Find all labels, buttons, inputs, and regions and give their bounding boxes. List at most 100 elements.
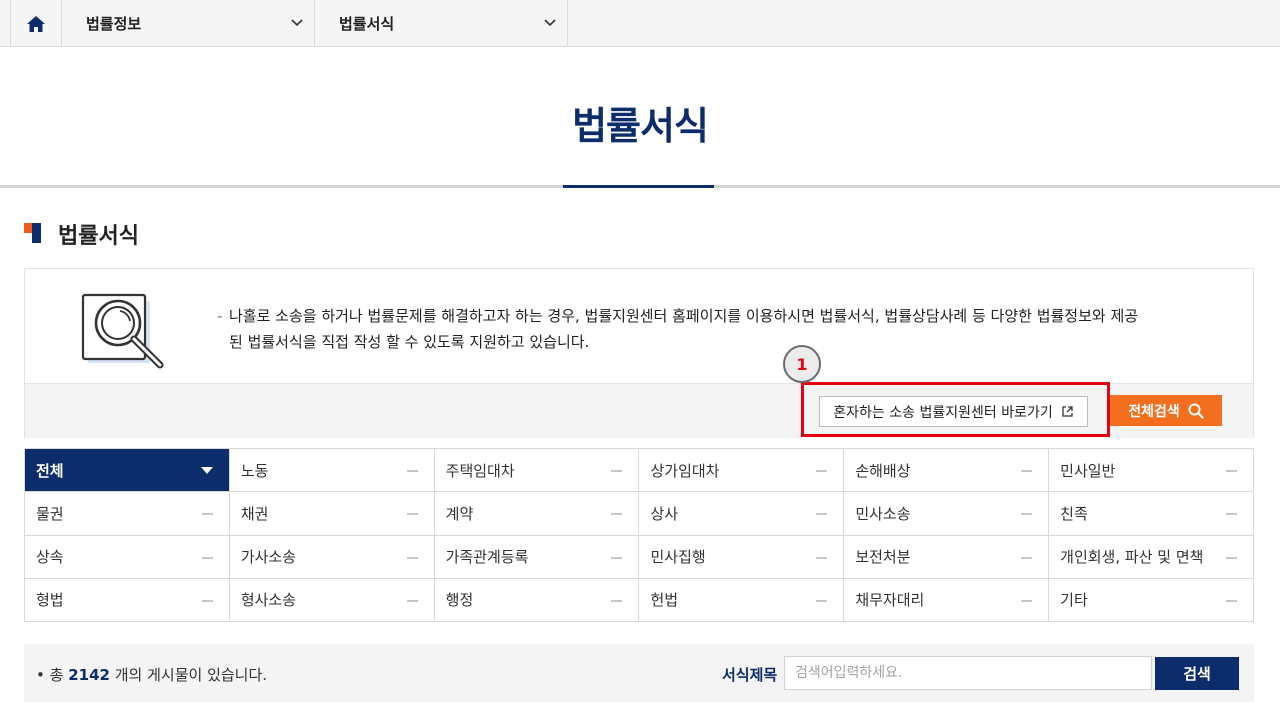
home-icon (27, 15, 45, 32)
chevron-down-icon (291, 19, 303, 27)
category-item[interactable]: 채무자대리 (844, 578, 1050, 622)
dash-icon (611, 599, 623, 602)
category-item[interactable]: 친족 (1049, 492, 1254, 536)
dash-icon (201, 513, 213, 516)
category-label: 채권 (240, 504, 269, 523)
search-field-label: 서식제목 (722, 666, 778, 684)
section-title: 법률서식 (58, 224, 139, 249)
dash-icon (406, 513, 418, 516)
post-count: 2142 (68, 666, 110, 684)
category-item[interactable]: 계약 (434, 492, 640, 536)
category-item[interactable]: 형법 (25, 578, 230, 622)
category-label: 상속 (36, 548, 64, 567)
annotation-highlight-frame (801, 382, 1110, 437)
dash-icon (816, 556, 828, 559)
search-input[interactable] (784, 656, 1152, 690)
category-item[interactable]: 형사소송 (229, 578, 435, 622)
category-item[interactable]: 민사소송 (844, 492, 1050, 536)
category-label: 손해배상 (855, 461, 911, 480)
dash-icon (201, 556, 213, 559)
bullet: • (36, 666, 50, 684)
home-button[interactable] (10, 0, 62, 47)
search-icon (1188, 403, 1204, 419)
caret-down-icon (200, 467, 213, 474)
category-item[interactable]: 상속 (25, 535, 230, 579)
category-label: 형사소송 (240, 591, 297, 610)
category-label: 가족관계등록 (445, 548, 529, 567)
category-item[interactable]: 가사소송 (229, 535, 435, 579)
category-item[interactable]: 헌법 (639, 578, 845, 622)
category-grid: 전체 노동 주택임대차 상가임대차 손해배상 민사일반물권 채권 계약 상사 민사소송 친족상속 가사… (24, 448, 1254, 622)
category-item[interactable]: 상가임대차 (639, 449, 845, 493)
category-item[interactable]: 전체 (25, 449, 230, 493)
dash-icon (1021, 556, 1033, 559)
dash-icon (406, 556, 418, 559)
category-label: 전체 (36, 461, 64, 480)
category-label: 보전처분 (855, 548, 911, 567)
dash-icon (1225, 470, 1237, 473)
nav-dropdown-legal-info[interactable]: 법률정보 (62, 0, 315, 47)
category-item[interactable]: 민사일반 (1049, 449, 1254, 493)
chevron-down-icon (544, 19, 556, 27)
category-item[interactable]: 가족관계등록 (434, 535, 640, 579)
dash-icon (816, 513, 828, 516)
category-label: 헌법 (650, 591, 679, 610)
category-item[interactable]: 보전처분 (844, 535, 1050, 579)
nav-dropdown-legal-forms[interactable]: 법률서식 (315, 0, 568, 47)
category-label: 계약 (445, 504, 474, 523)
board-search-bar: • 총 2142 개의 게시물이 있습니다. 서식제목 검색 (24, 644, 1254, 702)
dash-icon (611, 470, 623, 473)
dash-icon (1021, 470, 1033, 473)
page-title: 법률서식 (572, 104, 709, 148)
dash-icon (201, 599, 213, 602)
post-count-text: • 총 2142 개의 게시물이 있습니다. (36, 664, 267, 685)
info-line-1: 나홀로 소송을 하거나 법률문제를 해결하고자 하는 경우, 법률지원센터 홈페… (229, 307, 1139, 325)
category-label: 민사집행 (650, 548, 706, 567)
dash-icon (611, 556, 623, 559)
category-label: 물권 (36, 504, 64, 523)
category-item[interactable]: 물권 (25, 492, 230, 536)
category-label: 형법 (36, 591, 64, 610)
dash-icon (1225, 599, 1237, 602)
category-item[interactable]: 개인회생, 파산 및 면책 (1049, 535, 1254, 579)
category-label: 민사일반 (1060, 461, 1116, 480)
category-item[interactable]: 채권 (229, 492, 435, 536)
category-item[interactable]: 손해배상 (844, 449, 1050, 493)
category-label: 개인회생, 파산 및 면책 (1060, 548, 1204, 567)
category-item[interactable]: 행정 (434, 578, 640, 622)
info-line-2: 된 법률서식을 직접 작성 할 수 있도록 지원하고 있습니다. (229, 333, 590, 351)
info-description: - 나홀로 소송을 하거나 법률문제를 해결하고자 하는 경우, 법률지원센터 … (217, 303, 1227, 355)
category-label: 채무자대리 (855, 591, 925, 610)
dash-icon (406, 599, 418, 602)
search-button[interactable]: 검색 (1155, 657, 1239, 690)
category-item[interactable]: 노동 (229, 449, 435, 493)
count-prefix: 총 (49, 666, 64, 684)
category-item[interactable]: 민사집행 (639, 535, 845, 579)
category-item[interactable]: 주택임대차 (434, 449, 640, 493)
dash-icon (1225, 556, 1237, 559)
dash-icon (406, 470, 418, 473)
category-label: 기타 (1060, 591, 1088, 610)
category-label: 친족 (1060, 504, 1088, 523)
dash-icon (611, 513, 623, 516)
category-item[interactable]: 상사 (639, 492, 845, 536)
title-accent-bar (563, 185, 714, 188)
dash-icon (816, 599, 828, 602)
top-navigation: 법률정보 법률서식 (0, 0, 1280, 47)
annotation-number-badge: 1 (783, 345, 821, 383)
category-item[interactable]: 기타 (1049, 578, 1254, 622)
dash-icon (1225, 513, 1237, 516)
nav-dropdown-label: 법률정보 (86, 15, 142, 33)
category-label: 가사소송 (240, 548, 297, 567)
dash-icon (816, 470, 828, 473)
count-suffix: 개의 게시물이 있습니다. (114, 666, 268, 684)
category-label: 주택임대차 (445, 461, 515, 480)
dash-icon (1021, 599, 1033, 602)
category-label: 민사소송 (855, 504, 911, 523)
document-search-icon (81, 293, 164, 369)
category-label: 상가임대차 (650, 461, 720, 480)
nav-dropdown-label: 법률서식 (339, 15, 395, 33)
search-all-button[interactable]: 전체검색 (1110, 395, 1222, 426)
dash-icon (1021, 513, 1033, 516)
category-label: 행정 (445, 591, 474, 610)
